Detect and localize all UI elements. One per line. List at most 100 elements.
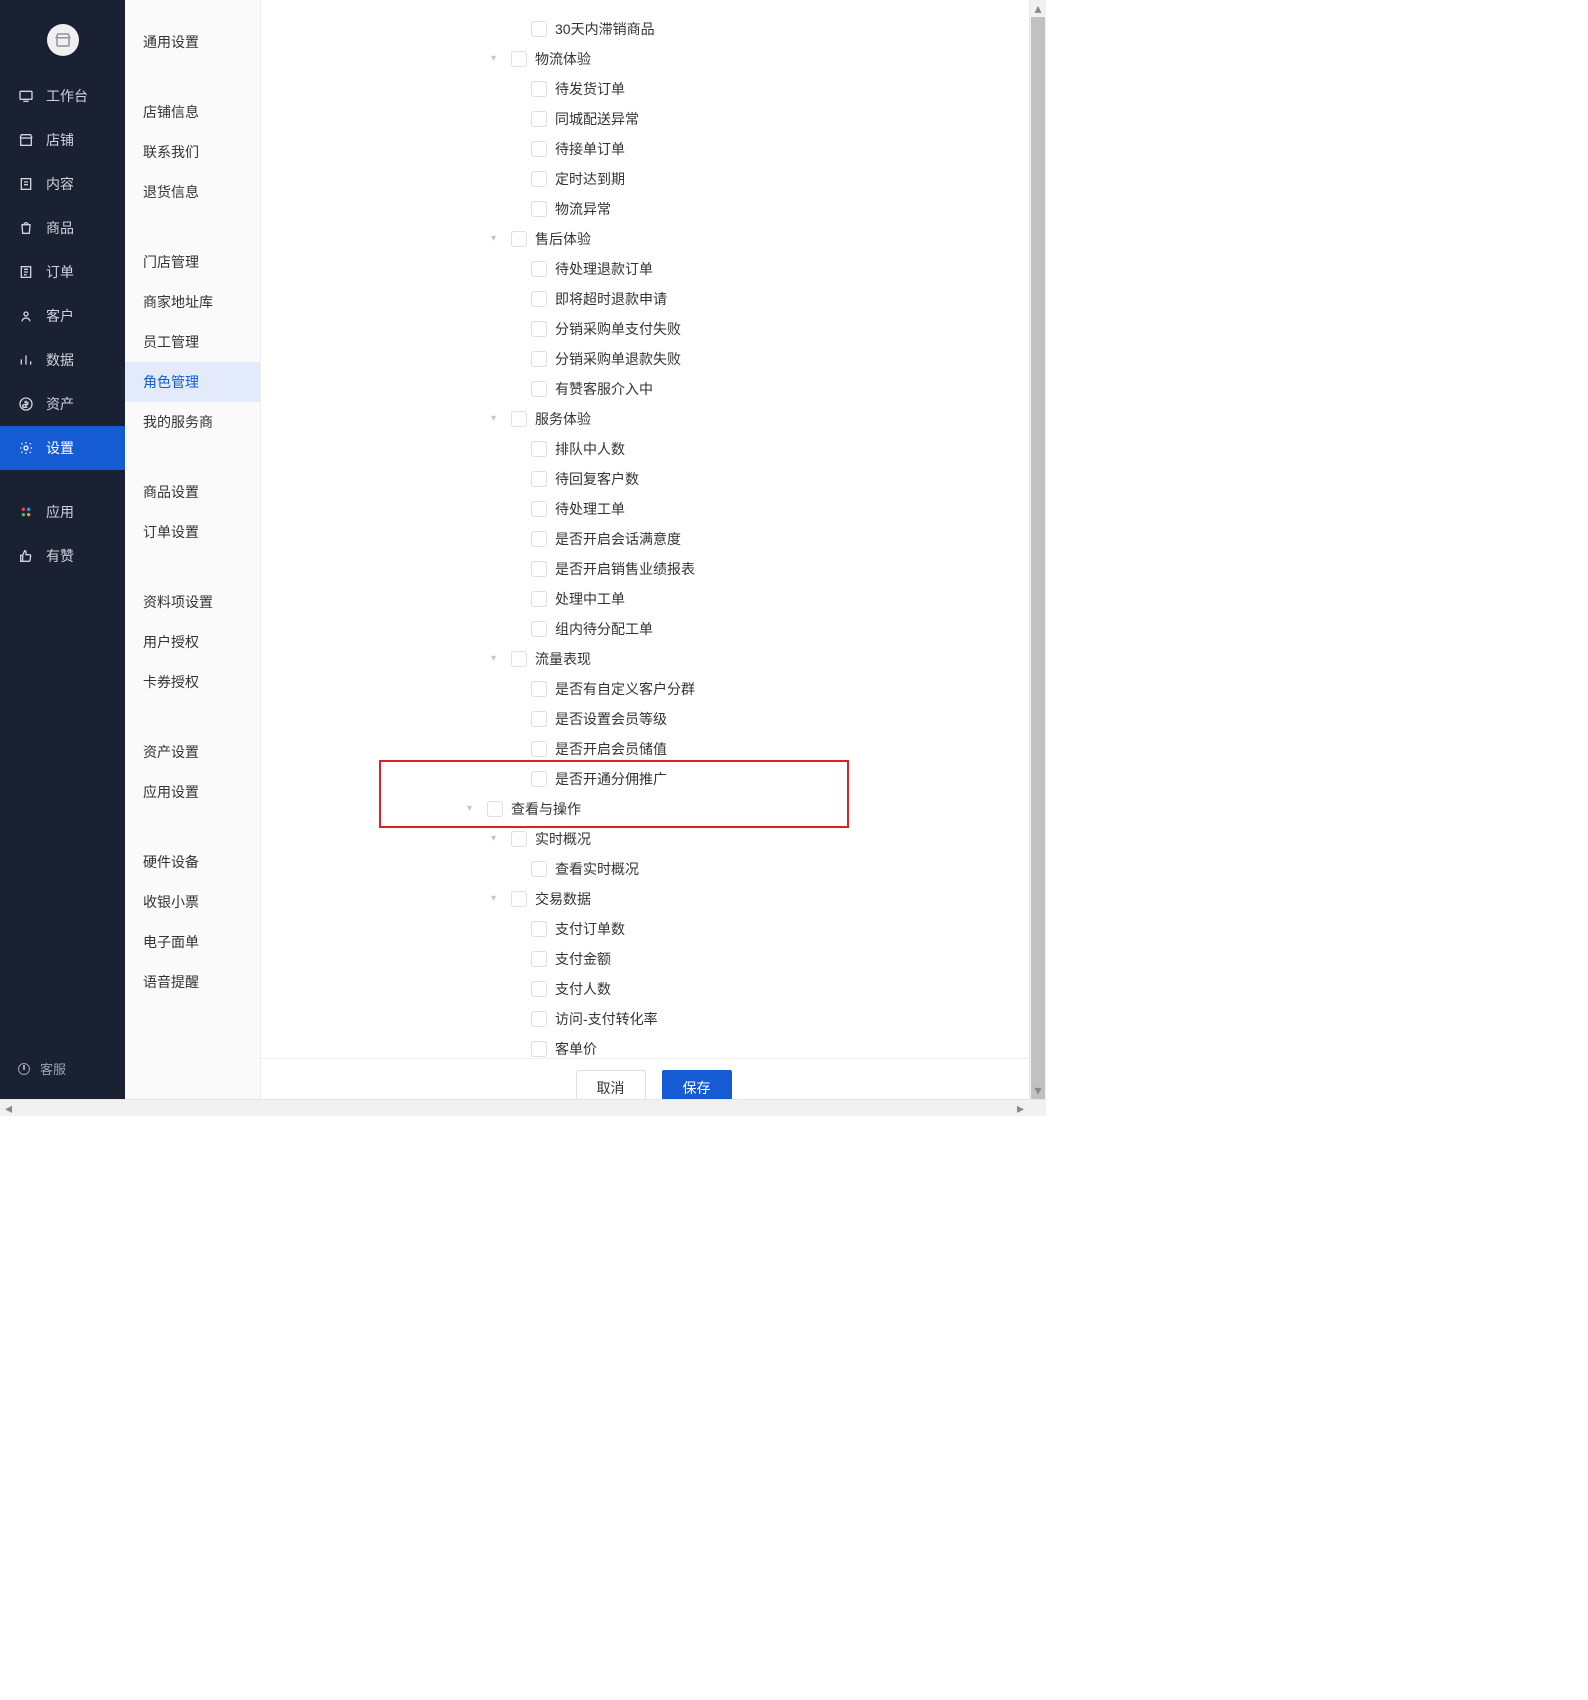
checkbox[interactable] bbox=[531, 171, 547, 187]
nav2-item[interactable]: 角色管理 bbox=[125, 362, 260, 402]
checkbox[interactable] bbox=[531, 681, 547, 697]
checkbox[interactable] bbox=[511, 831, 527, 847]
nav2-item[interactable]: 硬件设备 bbox=[125, 842, 260, 882]
tree-row: ▾是否开启会员储值 bbox=[261, 734, 1046, 764]
scrollbar-thumb[interactable] bbox=[1031, 17, 1045, 1099]
checkbox[interactable] bbox=[511, 231, 527, 247]
nav1-item-asset[interactable]: 资产 bbox=[0, 382, 125, 426]
checkbox[interactable] bbox=[531, 981, 547, 997]
checkbox[interactable] bbox=[531, 771, 547, 787]
nav2-item[interactable]: 门店管理 bbox=[125, 242, 260, 282]
nav2-item[interactable]: 卡券授权 bbox=[125, 662, 260, 702]
nav1-item-workbench[interactable]: 工作台 bbox=[0, 74, 125, 118]
checkbox[interactable] bbox=[531, 501, 547, 517]
checkbox[interactable] bbox=[531, 951, 547, 967]
checkbox[interactable] bbox=[531, 111, 547, 127]
scroll-right-button[interactable]: ▸ bbox=[1012, 1100, 1029, 1116]
checkbox[interactable] bbox=[531, 351, 547, 367]
checkbox[interactable] bbox=[511, 891, 527, 907]
checkbox[interactable] bbox=[531, 381, 547, 397]
nav2-item[interactable]: 资料项设置 bbox=[125, 582, 260, 622]
checkbox[interactable] bbox=[531, 861, 547, 877]
shop-icon bbox=[54, 31, 72, 49]
caret-icon[interactable]: ▾ bbox=[491, 888, 503, 910]
shop-avatar[interactable] bbox=[47, 24, 79, 56]
checkbox[interactable] bbox=[531, 921, 547, 937]
tree-label: 30天内滞销商品 bbox=[555, 18, 655, 40]
checkbox[interactable] bbox=[531, 1011, 547, 1027]
nav2-item[interactable]: 联系我们 bbox=[125, 132, 260, 172]
nav2-item[interactable]: 退货信息 bbox=[125, 172, 260, 212]
nav2-item[interactable]: 订单设置 bbox=[125, 512, 260, 552]
nav1-item-shop[interactable]: 店铺 bbox=[0, 118, 125, 162]
nav1-item-data[interactable]: 数据 bbox=[0, 338, 125, 382]
tree-label: 分销采购单支付失败 bbox=[555, 318, 681, 340]
nav2-item[interactable]: 资产设置 bbox=[125, 732, 260, 772]
checkbox[interactable] bbox=[531, 291, 547, 307]
nav1-item-customer[interactable]: 客户 bbox=[0, 294, 125, 338]
caret-icon[interactable]: ▾ bbox=[491, 228, 503, 250]
caret-icon[interactable]: ▾ bbox=[491, 648, 503, 670]
checkbox[interactable] bbox=[531, 561, 547, 577]
nav1-item-order[interactable]: 订单 bbox=[0, 250, 125, 294]
nav1-item-settings[interactable]: 设置 bbox=[0, 426, 125, 470]
nav1-item-apps[interactable]: 应用 bbox=[0, 490, 125, 534]
checkbox[interactable] bbox=[531, 201, 547, 217]
nav1-item-label: 有赞 bbox=[46, 546, 74, 566]
checkbox[interactable] bbox=[487, 801, 503, 817]
checkbox[interactable] bbox=[531, 21, 547, 37]
nav2-item[interactable]: 电子面单 bbox=[125, 922, 260, 962]
tree-label: 交易数据 bbox=[535, 888, 591, 910]
outer-vertical-scrollbar[interactable]: ▴ ▾ bbox=[1029, 0, 1046, 1116]
checkbox[interactable] bbox=[511, 51, 527, 67]
nav2-item[interactable]: 店铺信息 bbox=[125, 92, 260, 132]
checkbox[interactable] bbox=[531, 81, 547, 97]
nav2-item[interactable]: 员工管理 bbox=[125, 322, 260, 362]
checkbox[interactable] bbox=[531, 741, 547, 757]
checkbox[interactable] bbox=[531, 531, 547, 547]
checkbox[interactable] bbox=[531, 591, 547, 607]
tree-row: ▾有赞客服介入中 bbox=[261, 374, 1046, 404]
tree-row: ▾待接单订单 bbox=[261, 134, 1046, 164]
nav1-item-label: 店铺 bbox=[46, 130, 74, 150]
checkbox[interactable] bbox=[531, 1041, 547, 1057]
checkbox[interactable] bbox=[531, 441, 547, 457]
nav1-item-label: 资产 bbox=[46, 394, 74, 414]
caret-icon[interactable]: ▾ bbox=[491, 828, 503, 850]
checkbox[interactable] bbox=[531, 621, 547, 637]
scroll-left-button[interactable]: ◂ bbox=[0, 1100, 17, 1116]
caret-icon[interactable]: ▾ bbox=[467, 798, 479, 820]
tree-row: ▾支付订单数 bbox=[261, 914, 1046, 944]
checkbox[interactable] bbox=[531, 141, 547, 157]
tree-label: 服务体验 bbox=[535, 408, 591, 430]
caret-icon[interactable]: ▾ bbox=[491, 48, 503, 70]
checkbox[interactable] bbox=[511, 651, 527, 667]
tree-label: 是否开启会员储值 bbox=[555, 738, 667, 760]
nav2-item[interactable]: 语音提醒 bbox=[125, 962, 260, 1002]
nav1-item-like[interactable]: 有赞 bbox=[0, 534, 125, 578]
nav2-item[interactable]: 我的服务商 bbox=[125, 402, 260, 442]
nav2-item[interactable]: 通用设置 bbox=[125, 22, 260, 62]
nav1-item-content[interactable]: 内容 bbox=[0, 162, 125, 206]
tree-row: ▾支付金额 bbox=[261, 944, 1046, 974]
nav2-item[interactable]: 收银小票 bbox=[125, 882, 260, 922]
nav1-item-label: 商品 bbox=[46, 218, 74, 238]
nav2-item[interactable]: 用户授权 bbox=[125, 622, 260, 662]
scroll-down-button[interactable]: ▾ bbox=[1030, 1082, 1046, 1099]
nav2-item[interactable]: 商品设置 bbox=[125, 472, 260, 512]
checkbox[interactable] bbox=[511, 411, 527, 427]
checkbox[interactable] bbox=[531, 321, 547, 337]
checkbox[interactable] bbox=[531, 471, 547, 487]
tree-row: ▾物流体验 bbox=[261, 44, 1046, 74]
checkbox[interactable] bbox=[531, 261, 547, 277]
tree-row: ▾分销采购单支付失败 bbox=[261, 314, 1046, 344]
nav2-item[interactable]: 应用设置 bbox=[125, 772, 260, 812]
caret-icon[interactable]: ▾ bbox=[491, 408, 503, 430]
nav1-item-label: 订单 bbox=[46, 262, 74, 282]
nav1-item-goods[interactable]: 商品 bbox=[0, 206, 125, 250]
checkbox[interactable] bbox=[531, 711, 547, 727]
nav2-item[interactable]: 商家地址库 bbox=[125, 282, 260, 322]
outer-horizontal-scrollbar[interactable]: ◂ ▸ bbox=[0, 1099, 1046, 1116]
scroll-up-button[interactable]: ▴ bbox=[1030, 0, 1046, 17]
tree-row: ▾售后体验 bbox=[261, 224, 1046, 254]
